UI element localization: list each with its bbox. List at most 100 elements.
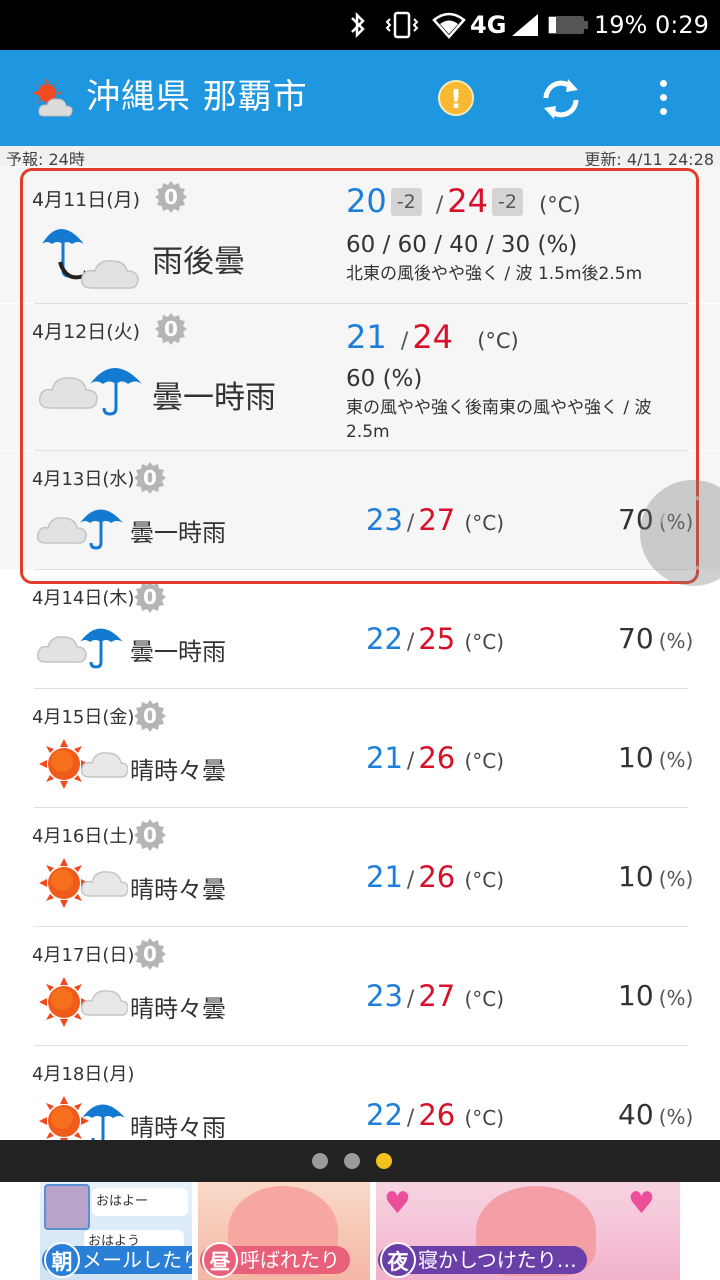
precipitation-chances: 60 / 60 / 40 / 30 (%) <box>346 232 578 258</box>
day-date: 4月16日(土) <box>32 826 135 847</box>
rain-then-cloudy-icon <box>42 229 139 289</box>
forecast-day-detailed[interactable]: 4月11日(月) 0 雨後曇 20 -2 /24 -2 (°C) 60 / 60 /… <box>0 166 720 303</box>
day-date: 4月17日(日) <box>32 945 135 966</box>
cloudy-rain-icon <box>36 509 123 550</box>
forecast-day-detailed[interactable]: 4月12日(火) 0 曇一時雨 21 /24 (°C) 60 (%) 東の風やや… <box>0 304 720 450</box>
temp-max: 26 <box>418 860 456 894</box>
precipitation-chance: 10 (%) <box>618 979 694 1012</box>
temp-max-diff: -2 <box>491 188 523 216</box>
temp-min: 21 <box>346 318 387 356</box>
forecast-day[interactable]: 4月14日(木) 0 曇一時雨 22/25 (°C) 70 (%) <box>0 570 720 688</box>
ad-tag-noon: 昼 <box>202 1242 238 1278</box>
app-logo-icon <box>32 78 73 117</box>
gear-badge-count: 0 <box>164 317 178 341</box>
signal-icon <box>512 14 538 36</box>
ad-text-morning: メールしたり <box>82 1248 192 1272</box>
forecast-day[interactable]: 4月18日(月) 晴時々雨 22/26 (°C) 40 (%) <box>0 1046 720 1140</box>
gear-badge-count: 0 <box>143 466 157 490</box>
temp-max: 27 <box>418 979 456 1013</box>
alert-button[interactable]: ! <box>438 80 474 116</box>
wind-wave-info: 北東の風後やや強く / 波 1.5m後2.5m <box>346 264 643 284</box>
temp-min: 23 <box>366 503 403 537</box>
app-bar: 沖縄県 那覇市 ! <box>0 50 720 146</box>
ad-tag-night: 夜 <box>380 1242 416 1278</box>
refresh-icon[interactable] <box>538 76 584 122</box>
day-date: 4月14日(木) <box>32 588 135 609</box>
weather-condition: 曇一時雨 <box>130 638 226 666</box>
temp-max: 25 <box>418 622 456 656</box>
temp-min: 23 <box>366 979 403 1013</box>
precipitation-chance: 10 (%) <box>618 860 694 893</box>
ad-panel-morning[interactable]: おはよー おはよう 朝 メールしたり <box>40 1182 192 1280</box>
temp-min: 22 <box>366 1098 403 1132</box>
vibrate-icon <box>385 11 419 39</box>
sunny-cloudy-icon <box>39 977 128 1027</box>
temp-min: 21 <box>366 860 403 894</box>
ad-panel-noon[interactable]: 昼 呼ばれたり <box>198 1182 370 1280</box>
gear-badge-count: 0 <box>143 942 157 966</box>
gear-badge-count: 0 <box>143 704 157 728</box>
precipitation-chance: 10 (%) <box>618 741 694 774</box>
weather-condition: 曇一時雨 <box>152 380 276 416</box>
forecast-day[interactable]: 4月13日(水) 0 曇一時雨 23/27 (°C) 70 (%) <box>0 451 720 569</box>
temp-max: 26 <box>418 1098 456 1132</box>
temp-min: 21 <box>366 741 403 775</box>
day-date: 4月18日(月) <box>32 1064 135 1085</box>
page-indicator <box>0 1140 720 1182</box>
battery-icon <box>548 16 588 34</box>
ad-text-noon: 呼ばれたり <box>240 1248 340 1272</box>
temperature-range: 21 /24 (°C) <box>346 318 519 356</box>
precipitation-chance: 40 (%) <box>618 1098 694 1131</box>
page-dot-active[interactable] <box>376 1153 392 1169</box>
wind-wave-info: 東の風やや強く後南東の風やや強く / 波 <box>346 398 652 418</box>
day-date: 4月13日(水) <box>32 469 135 490</box>
forecast-day[interactable]: 4月16日(土) 0 晴時々曇 21/26 (°C) 10 (%) <box>0 808 720 926</box>
network-type-label: 4G <box>470 11 507 39</box>
wind-wave-info-cont: 2.5m <box>346 422 390 442</box>
forecast-list[interactable]: 4月11日(月) 0 雨後曇 20 -2 /24 -2 (°C) 60 / 60 /… <box>0 166 720 1140</box>
temp-min: 20 <box>346 182 387 220</box>
sunny-cloudy-icon <box>39 739 128 789</box>
temp-min: 22 <box>366 622 403 656</box>
overflow-menu-icon[interactable] <box>648 78 678 118</box>
weather-condition: 晴時々曇 <box>130 995 226 1023</box>
sunny-rain-icon <box>39 1096 125 1140</box>
precipitation-chance: 60 (%) <box>346 366 423 392</box>
cloudy-rain-icon <box>36 628 123 669</box>
temperature-range: 20 -2 /24 -2 (°C) <box>346 182 581 220</box>
bluetooth-icon <box>351 11 365 39</box>
temp-max: 27 <box>418 503 456 537</box>
weather-condition: 雨後曇 <box>152 244 245 280</box>
weather-condition: 曇一時雨 <box>130 519 226 547</box>
day-date: 4月12日(火) <box>32 321 141 343</box>
sunny-cloudy-icon <box>39 858 128 908</box>
gear-badge-count: 0 <box>143 823 157 847</box>
day-date: 4月11日(月) <box>32 189 141 211</box>
forecast-day[interactable]: 4月15日(金) 0 晴時々曇 21/26 (°C) 10 (%) <box>0 689 720 807</box>
day-date: 4月15日(金) <box>32 707 135 728</box>
avatar <box>44 1184 90 1230</box>
weather-condition: 晴時々曇 <box>130 876 226 904</box>
temperature-range: 23/27 (°C) <box>366 503 505 537</box>
cloudy-rain-icon <box>38 368 142 416</box>
temperature-range: 22/25 (°C) <box>366 622 505 656</box>
status-bar: 4G 19% 0:29 <box>0 0 720 50</box>
wifi-icon <box>432 12 466 39</box>
page-title: 沖縄県 那覇市 <box>86 77 308 117</box>
weather-condition: 晴時々雨 <box>130 1114 226 1140</box>
temp-min-diff: -2 <box>390 188 422 216</box>
forecast-day[interactable]: 4月17日(日) 0 晴時々曇 23/27 (°C) 10 (%) <box>0 927 720 1045</box>
ad-panel-night[interactable]: ♥ ♥ 夜 寝かしつけたり… <box>376 1182 680 1280</box>
temperature-range: 22/26 (°C) <box>366 1098 505 1132</box>
temp-max: 24 <box>447 182 488 220</box>
page-dot[interactable] <box>344 1153 360 1169</box>
gear-badge-count: 0 <box>164 185 178 209</box>
ad-banner[interactable]: おはよー おはよう 朝 メールしたり 昼 呼ばれたり ♥ ♥ 夜 寝かしつけたり… <box>0 1182 720 1280</box>
page-dot[interactable] <box>312 1153 328 1169</box>
alert-icon: ! <box>450 85 462 115</box>
heart-icon: ♥ <box>628 1186 655 1221</box>
clock: 0:29 <box>655 11 709 39</box>
battery-percent: 19% <box>594 11 648 39</box>
temp-max: 26 <box>418 741 456 775</box>
ad-text-night: 寝かしつけたり… <box>418 1248 577 1272</box>
